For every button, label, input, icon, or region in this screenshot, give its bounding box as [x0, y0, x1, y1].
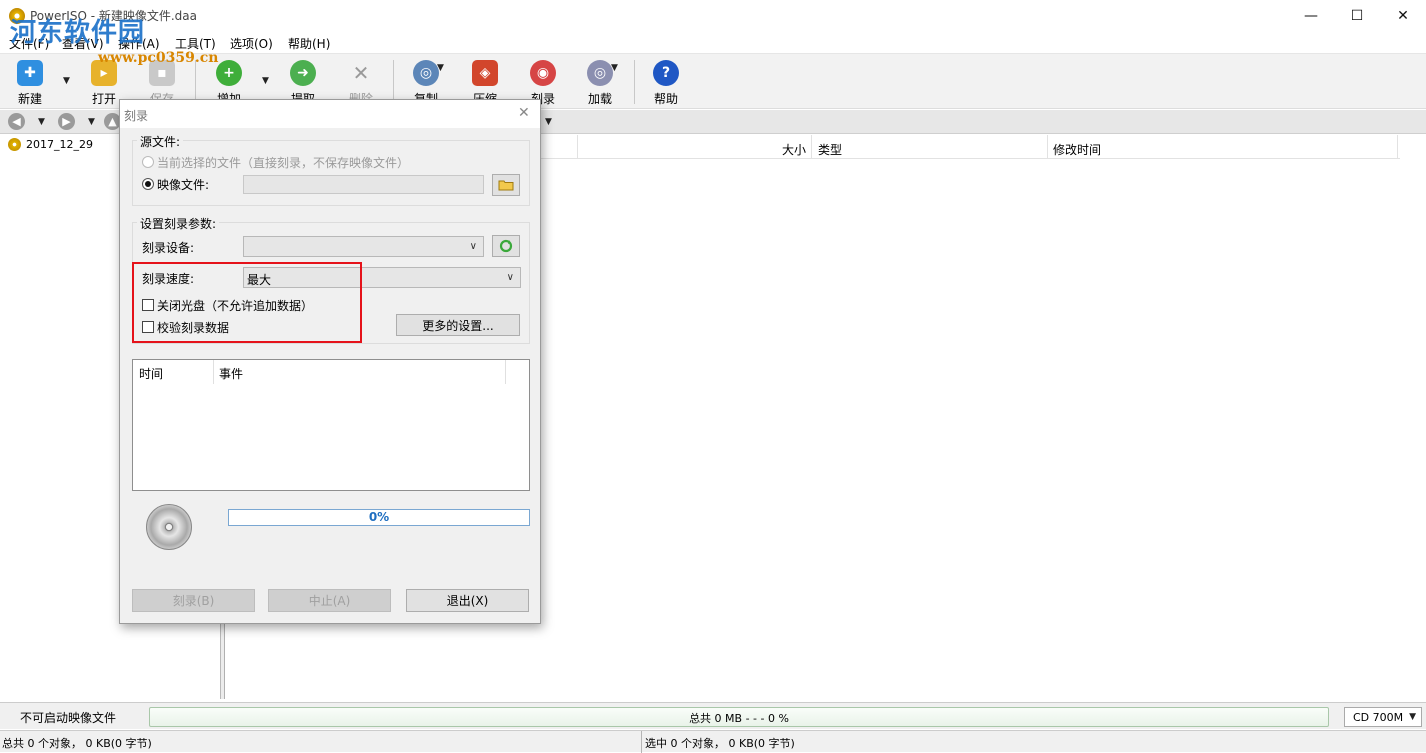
column-divider[interactable]	[1047, 135, 1048, 159]
chevron-down-icon: ∨	[506, 272, 514, 283]
column-divider[interactable]	[811, 135, 812, 159]
add-icon: +	[216, 60, 242, 86]
browse-button[interactable]	[492, 174, 520, 196]
boot-status: 不可启动映像文件	[20, 711, 117, 725]
column-divider[interactable]	[213, 360, 214, 384]
title-bar: PowerISO - 新建映像文件.daa — ☐ ✕	[0, 0, 1426, 31]
back-dropdown-icon[interactable]: ▼	[38, 117, 45, 127]
column-size[interactable]: 大小	[782, 141, 806, 158]
dialog-close-icon[interactable]: ✕	[518, 105, 530, 121]
event-log-table[interactable]: 时间 事件	[132, 359, 530, 491]
total-objects: 总共 0 个对象， 0 KB(0 字节)	[2, 737, 152, 750]
status-bar-usage: 不可启动映像文件 总共 0 MB - - - 0 % CD 700M ▼	[0, 702, 1426, 729]
new-button[interactable]: ✚ 新建	[5, 60, 55, 107]
forward-dropdown-icon[interactable]: ▼	[88, 117, 95, 127]
selected-objects: 选中 0 个对象， 0 KB(0 字节)	[645, 737, 795, 750]
mount-drive-icon: ◎	[587, 60, 613, 86]
path-dropdown-icon[interactable]: ▼	[545, 117, 552, 127]
radio-current-file-label: 当前选择的文件（直接刻录，不保存映像文件）	[157, 156, 410, 170]
add-dropdown-icon[interactable]: ▼	[262, 76, 269, 86]
minimize-button[interactable]: —	[1288, 0, 1334, 31]
refresh-button[interactable]	[492, 235, 520, 257]
mount-dropdown-icon[interactable]: ▼	[611, 63, 618, 73]
menu-help[interactable]: 帮助(H)	[288, 35, 330, 52]
copy-dropdown-icon[interactable]: ▼	[437, 63, 444, 73]
burn-dialog: 刻录 ✕ 源文件: 当前选择的文件（直接刻录，不保存映像文件） 映像文件: 设置…	[119, 99, 541, 624]
chevron-down-icon: ∨	[469, 241, 477, 252]
disc-icon	[146, 504, 192, 550]
source-legend: 源文件:	[137, 133, 184, 150]
disk-type-select[interactable]: CD 700M ▼	[1344, 707, 1422, 727]
column-divider[interactable]	[1397, 135, 1398, 159]
dialog-title-bar: 刻录 ✕	[120, 100, 540, 128]
folder-icon	[498, 180, 514, 191]
close-button[interactable]: ✕	[1380, 0, 1426, 31]
tree-item-label: 2017_12_29	[26, 138, 93, 151]
column-modified[interactable]: 修改时间	[1053, 141, 1101, 158]
radio-image-file-label: 映像文件:	[157, 178, 210, 192]
help-question-icon: ?	[653, 60, 679, 86]
disk-type-value: CD 700M	[1353, 711, 1404, 724]
refresh-icon	[499, 239, 513, 253]
help-button[interactable]: ? 帮助	[641, 60, 691, 107]
status-bar-objects: 总共 0 个对象， 0 KB(0 字节) 选中 0 个对象， 0 KB(0 字节…	[0, 730, 1426, 753]
toolbar-separator	[634, 60, 635, 104]
compress-icon: ◈	[472, 60, 498, 86]
toolbar-separator	[393, 60, 394, 104]
disk-usage-text: 总共 0 MB - - - 0 %	[689, 712, 789, 725]
column-divider[interactable]	[577, 135, 578, 159]
disc-icon	[8, 138, 21, 151]
status-divider	[641, 731, 642, 753]
exit-button[interactable]: 退出(X)	[406, 589, 529, 612]
back-icon[interactable]: ◀	[8, 113, 25, 130]
menu-options[interactable]: 选项(O)	[230, 35, 273, 52]
burn-start-button[interactable]: 刻录(B)	[132, 589, 255, 612]
dialog-title: 刻录	[124, 109, 149, 123]
log-column-time[interactable]: 时间	[139, 365, 163, 382]
maximize-button[interactable]: ☐	[1334, 0, 1380, 31]
delete-x-icon: ✕	[352, 61, 370, 85]
highlight-box	[132, 262, 362, 343]
tree-item-root[interactable]: 2017_12_29	[8, 138, 93, 151]
burn-progress-text: 0%	[368, 510, 390, 524]
more-settings-button[interactable]: 更多的设置...	[396, 314, 520, 336]
new-dropdown-icon[interactable]: ▼	[63, 76, 70, 86]
burn-progress-bar: 0%	[228, 509, 530, 526]
source-group	[132, 140, 530, 206]
copy-disc-icon: ◎	[413, 60, 439, 86]
disk-usage-bar: 总共 0 MB - - - 0 %	[149, 707, 1329, 727]
new-file-icon: ✚	[17, 60, 43, 86]
forward-icon[interactable]: ▶	[58, 113, 75, 130]
column-divider[interactable]	[505, 360, 506, 384]
watermark-logo: 河东软件园	[10, 18, 146, 48]
watermark-url: www.pc0359.cn	[98, 50, 219, 66]
abort-button[interactable]: 中止(A)	[268, 589, 391, 612]
mount-label: 加载	[587, 92, 612, 106]
help-label: 帮助	[653, 92, 678, 106]
chevron-down-icon: ▼	[1409, 712, 1416, 722]
burn-params-legend: 设置刻录参数:	[137, 215, 220, 232]
new-label: 新建	[17, 92, 42, 106]
log-column-event[interactable]: 事件	[219, 365, 243, 382]
toolbar-separator	[195, 60, 196, 104]
device-select[interactable]: ∨	[243, 236, 484, 257]
radio-current-file[interactable]	[142, 156, 154, 168]
extract-icon: ➜	[290, 60, 316, 86]
column-type[interactable]: 类型	[818, 141, 842, 158]
radio-image-file[interactable]	[142, 178, 154, 190]
burn-disc-icon: ◉	[530, 60, 556, 86]
image-path-input[interactable]	[243, 175, 484, 194]
device-label: 刻录设备:	[142, 241, 195, 255]
